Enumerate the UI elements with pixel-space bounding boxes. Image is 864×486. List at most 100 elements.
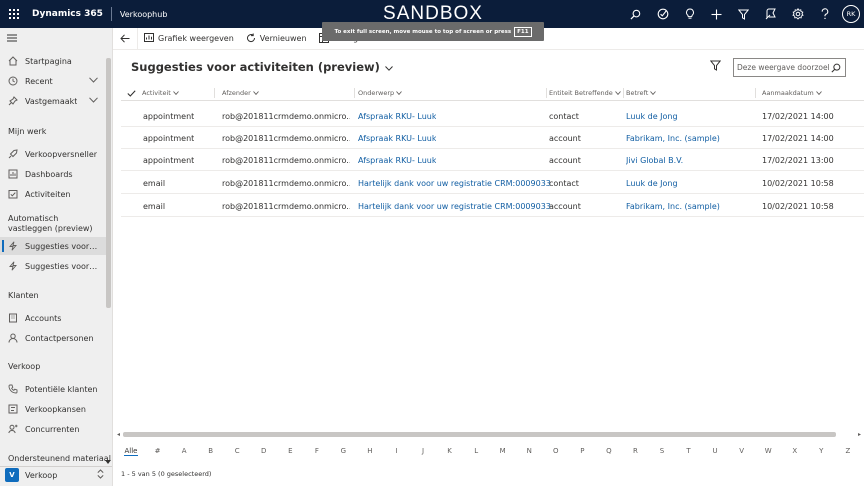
- sidebar-item-competitors[interactable]: Concurrenten: [0, 420, 106, 438]
- app-title[interactable]: Dynamics 365: [32, 9, 103, 19]
- cell-regarding-link[interactable]: Fabrikam, Inc. (sample): [626, 127, 720, 149]
- cell-subject-link[interactable]: Afspraak RKU- Luuk: [358, 105, 436, 127]
- sidebar-item-pinned[interactable]: Vastgemaakt: [0, 92, 106, 110]
- jump-letter[interactable]: W: [761, 447, 775, 455]
- sidebar-item-contacts[interactable]: Contactpersonen: [0, 329, 106, 347]
- cell-regarding-link[interactable]: Luuk de Jong: [626, 172, 678, 194]
- jump-letter[interactable]: H: [363, 447, 377, 455]
- activities-icon: [7, 188, 19, 200]
- user-avatar[interactable]: RK: [842, 5, 860, 23]
- view-search-box: [733, 58, 846, 77]
- column-header-sender[interactable]: Afzender: [222, 85, 355, 101]
- cell-subject-link[interactable]: Hartelijk dank voor uw registratie CRM:0…: [358, 195, 551, 217]
- lightbulb-icon[interactable]: [676, 0, 703, 28]
- table-row[interactable]: appointment rob@201811crmdemo.onmicro...…: [121, 127, 864, 149]
- jump-letter[interactable]: K: [443, 447, 457, 455]
- jump-letter[interactable]: J: [416, 447, 430, 455]
- jump-letter[interactable]: P: [575, 447, 589, 455]
- scroll-right-icon[interactable]: ▸: [858, 431, 861, 438]
- cell-regarding-link[interactable]: Fabrikam, Inc. (sample): [626, 195, 720, 217]
- view-selector[interactable]: Suggesties voor activiteiten (preview): [131, 60, 393, 74]
- jump-letter[interactable]: V: [735, 447, 749, 455]
- sidebar-item-label: Suggesties voor co...: [25, 261, 99, 271]
- jump-letter[interactable]: I: [390, 447, 404, 455]
- sidebar-item-contact-suggestions[interactable]: Suggesties voor co...: [0, 257, 106, 275]
- jump-letter-all[interactable]: Alle: [124, 447, 138, 456]
- chevron-down-icon[interactable]: [89, 96, 98, 105]
- cell-sender: rob@201811crmdemo.onmicro...: [222, 178, 350, 188]
- jump-letter[interactable]: Y: [814, 447, 828, 455]
- assistant-icon[interactable]: [757, 0, 784, 28]
- sidebar-item-activities[interactable]: Activiteiten: [0, 185, 106, 203]
- sidebar-item-home[interactable]: Startpagina: [0, 52, 106, 70]
- cell-subject-link[interactable]: Afspraak RKU- Luuk: [358, 127, 436, 149]
- sidebar-item-sales-accelerator[interactable]: Verkoopversneller: [0, 145, 106, 163]
- refresh-button[interactable]: Vernieuwen: [246, 33, 307, 45]
- jump-letter[interactable]: C: [230, 447, 244, 455]
- app-area-name[interactable]: Verkoophub: [120, 10, 168, 19]
- jump-letter[interactable]: B: [204, 447, 218, 455]
- cell-subject-link[interactable]: Hartelijk dank voor uw registratie CRM:0…: [358, 172, 551, 194]
- area-switcher[interactable]: V Verkoop: [0, 465, 112, 485]
- fullscreen-hint: To exit full screen, move mouse to top o…: [334, 28, 512, 35]
- cell-regarding-link[interactable]: Luuk de Jong: [626, 105, 678, 127]
- column-header-activity[interactable]: Activiteit: [142, 85, 215, 101]
- scroll-left-icon[interactable]: ◂: [117, 431, 120, 438]
- hamburger-menu-icon[interactable]: [7, 34, 17, 44]
- jump-letter[interactable]: R: [628, 447, 642, 455]
- table-row[interactable]: appointment rob@201811crmdemo.onmicro...…: [121, 105, 864, 127]
- select-all-checkbox[interactable]: [127, 85, 136, 101]
- table-row[interactable]: email rob@201811crmdemo.onmicro... Harte…: [121, 195, 864, 217]
- jump-letter[interactable]: D: [257, 447, 271, 455]
- cell-regarding-entity: account: [549, 201, 581, 211]
- plus-icon[interactable]: [703, 0, 730, 28]
- table-row[interactable]: email rob@201811crmdemo.onmicro... Harte…: [121, 172, 864, 194]
- help-icon[interactable]: [811, 0, 838, 28]
- jump-letter[interactable]: X: [788, 447, 802, 455]
- sidebar-item-accounts[interactable]: Accounts: [0, 309, 106, 327]
- task-icon[interactable]: [649, 0, 676, 28]
- cell-subject-link[interactable]: Afspraak RKU- Luuk: [358, 149, 436, 171]
- cell-activity: email: [143, 201, 166, 211]
- column-header-regarding-entity[interactable]: Entiteit Betreffende: [549, 85, 624, 101]
- jump-letter[interactable]: N: [522, 447, 536, 455]
- app-launcher-icon[interactable]: [0, 0, 28, 28]
- column-header-subject[interactable]: Onderwerp: [358, 85, 548, 101]
- jump-letter[interactable]: #: [151, 447, 165, 455]
- show-chart-button[interactable]: Grafiek weergeven: [144, 33, 234, 44]
- cell-regarding-link[interactable]: Jivi Global B.V.: [626, 149, 683, 171]
- chevron-down-icon[interactable]: [89, 76, 98, 85]
- back-button[interactable]: [114, 28, 136, 50]
- jump-letter[interactable]: M: [496, 447, 510, 455]
- sidebar-item-opportunities[interactable]: Verkoopkansen: [0, 400, 106, 418]
- group-title-auto-capture: Automatisch vastleggen (preview): [8, 214, 93, 233]
- jump-letter[interactable]: A: [177, 447, 191, 455]
- search-icon[interactable]: [831, 63, 841, 75]
- chevron-down-icon: [614, 89, 621, 97]
- filter-icon[interactable]: [730, 0, 757, 28]
- jump-letter[interactable]: F: [310, 447, 324, 455]
- jump-letter[interactable]: S: [655, 447, 669, 455]
- jump-letter[interactable]: Z: [841, 447, 855, 455]
- sidebar-scrollbar[interactable]: [106, 58, 111, 308]
- filter-icon[interactable]: [709, 60, 722, 73]
- sidebar-item-dashboards[interactable]: Dashboards: [0, 165, 106, 183]
- horizontal-scrollbar[interactable]: ◂ ▸: [117, 431, 862, 438]
- jump-letter[interactable]: G: [336, 447, 350, 455]
- jump-letter[interactable]: E: [283, 447, 297, 455]
- table-row[interactable]: appointment rob@201811crmdemo.onmicro...…: [121, 149, 864, 171]
- jump-letter[interactable]: Q: [602, 447, 616, 455]
- sidebar-item-leads[interactable]: Potentiële klanten: [0, 380, 106, 398]
- jump-letter[interactable]: U: [708, 447, 722, 455]
- gear-icon[interactable]: [784, 0, 811, 28]
- sidebar-item-recent[interactable]: Recent: [0, 72, 106, 90]
- sidebar-item-activity-suggestions[interactable]: Suggesties voor ac...: [0, 237, 106, 255]
- jump-letter[interactable]: O: [549, 447, 563, 455]
- scrollbar-thumb[interactable]: [123, 432, 836, 437]
- column-header-created-on[interactable]: Aanmaakdatum: [762, 85, 822, 101]
- jump-letter[interactable]: T: [682, 447, 696, 455]
- search-input[interactable]: [737, 63, 829, 72]
- search-icon[interactable]: [622, 0, 649, 28]
- column-header-regarding[interactable]: Betreft: [626, 85, 757, 101]
- jump-letter[interactable]: L: [469, 447, 483, 455]
